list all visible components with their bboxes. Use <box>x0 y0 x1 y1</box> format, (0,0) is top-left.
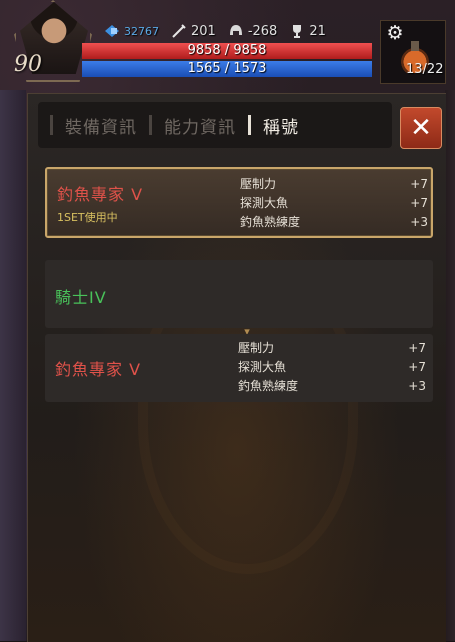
stat-label: 釣魚熟練度 <box>240 215 301 229</box>
hp-bar: 9858 / 9858 <box>82 43 372 59</box>
stat-value: +7 <box>410 177 428 191</box>
defense-stat: -268 <box>226 22 278 40</box>
crystal-icon <box>102 22 122 40</box>
tab-bar: 裝備資訊 能力資訊 稱號 <box>38 102 392 148</box>
title-stat-row: 釣魚熟練度 +3 <box>240 213 428 232</box>
attack-value: 201 <box>191 23 216 39</box>
tab-ability-info[interactable]: 能力資訊 <box>164 113 236 138</box>
tab-titles[interactable]: 稱號 <box>263 113 299 138</box>
title-stat-list: 壓制力 +7 探測大魚 +7 釣魚熟練度 +3 <box>238 339 426 396</box>
potion-count: 13/22 <box>406 62 444 77</box>
title-stat-row: 壓制力 +7 <box>238 339 426 358</box>
stat-label: 釣魚熟練度 <box>238 379 299 393</box>
world-edge-left <box>0 90 26 641</box>
stat-value: +7 <box>410 196 428 210</box>
stat-label: 壓制力 <box>240 177 277 191</box>
sword-icon <box>169 22 189 40</box>
title-name: 釣魚專家 V <box>55 360 142 379</box>
character-level: 90 <box>14 52 42 77</box>
world-edge-right <box>445 90 455 641</box>
tab-divider <box>50 115 53 135</box>
mp-bar: 1565 / 1573 <box>82 61 372 77</box>
title-stat-row: 壓制力 +7 <box>240 175 428 194</box>
title-panel: 裝備資訊 能力資訊 稱號 ✕ 釣魚專家 V 1SET使用中 壓制力 +7 探測大… <box>27 93 446 642</box>
defense-value: -268 <box>247 23 278 39</box>
crystal-stat: 32767 <box>102 22 159 40</box>
attack-stat: 201 <box>169 22 216 40</box>
helmet-icon <box>226 22 246 40</box>
trophy-stat: 21 <box>287 22 326 40</box>
title-name: 騎士IV <box>55 288 107 307</box>
title-name: 釣魚專家 V <box>57 185 144 204</box>
stat-label: 探測大魚 <box>238 360 287 374</box>
hp-text: 9858 / 9858 <box>187 43 267 58</box>
stat-value: +7 <box>408 360 426 374</box>
close-button[interactable]: ✕ <box>400 107 442 149</box>
stat-label: 探測大魚 <box>240 196 289 210</box>
title-card-selected[interactable]: 釣魚專家 V 1SET使用中 壓制力 +7 探測大魚 +7 釣魚熟練度 +3 <box>45 167 433 238</box>
title-card[interactable]: 騎士IV <box>45 260 433 328</box>
title-stat-row: 探測大魚 +7 <box>240 194 428 213</box>
stat-value: +3 <box>410 215 428 229</box>
title-stat-list: 壓制力 +7 探測大魚 +7 釣魚熟練度 +3 <box>240 175 428 232</box>
trophy-icon <box>287 22 307 40</box>
stat-value: +7 <box>408 341 426 355</box>
title-status: 1SET使用中 <box>57 211 118 224</box>
title-stat-row: 探測大魚 +7 <box>238 358 426 377</box>
stat-value: +3 <box>408 379 426 393</box>
trophy-value: 21 <box>309 23 326 39</box>
mp-text: 1565 / 1573 <box>187 61 267 76</box>
tab-divider <box>149 115 152 135</box>
gear-icon[interactable]: ⚙ <box>384 22 406 44</box>
crystal-value: 32767 <box>124 24 159 38</box>
stat-label: 壓制力 <box>238 341 275 355</box>
close-icon: ✕ <box>410 113 432 143</box>
tab-equipment-info[interactable]: 裝備資訊 <box>65 113 137 138</box>
stat-strip: 32767 201 -268 21 <box>102 20 336 42</box>
title-card[interactable]: 釣魚專家 V 壓制力 +7 探測大魚 +7 釣魚熟練度 +3 <box>45 334 433 402</box>
tab-divider-active <box>248 115 251 135</box>
title-stat-row: 釣魚熟練度 +3 <box>238 377 426 396</box>
